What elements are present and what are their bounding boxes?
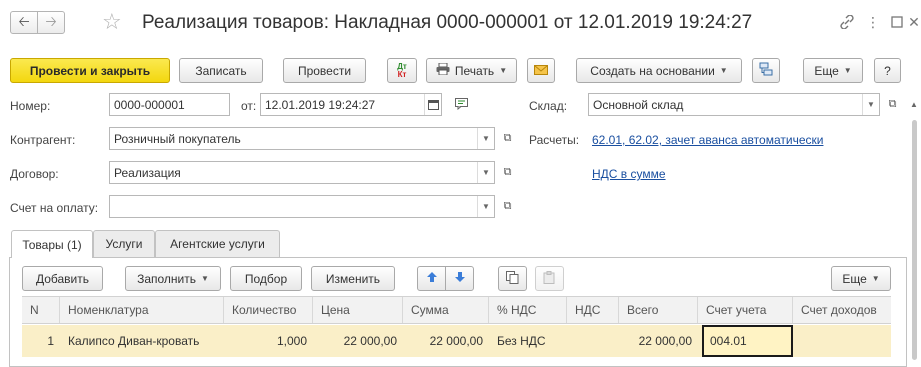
tab-services[interactable]: Услуги xyxy=(93,230,155,257)
invoice-label: Счет на оплату: xyxy=(10,201,99,215)
arrow-left-icon: 🡠 xyxy=(18,12,30,29)
favorite-star-icon[interactable]: ☆ xyxy=(102,10,122,34)
tab-goods[interactable]: Товары (1) xyxy=(11,230,93,258)
date-field[interactable]: 12.01.2019 19:24:27 xyxy=(260,93,442,116)
settlements-label: Расчеты: xyxy=(529,133,580,147)
create-based-on-button[interactable]: Создать на основании ▼ xyxy=(576,58,742,83)
move-up-button[interactable] xyxy=(417,266,446,291)
counterparty-label: Контрагент: xyxy=(10,133,76,147)
contract-label: Договор: xyxy=(10,167,59,181)
tab-agent-services[interactable]: Агентские услуги xyxy=(155,230,280,257)
chevron-down-icon: ▼ xyxy=(201,274,209,283)
add-row-button[interactable]: Добавить xyxy=(22,266,103,291)
invoice-field[interactable]: ▼ xyxy=(109,195,495,218)
row-income-account[interactable] xyxy=(793,325,891,357)
column-header-item[interactable]: Номенклатура xyxy=(60,297,224,323)
print-button[interactable]: Печать ▼ xyxy=(426,58,517,83)
row-number: 1 xyxy=(47,334,54,348)
open-counterparty-icon[interactable]: ⧉ xyxy=(499,128,516,149)
close-icon[interactable]: ✕ xyxy=(906,14,921,30)
chevron-down-icon[interactable]: ▼ xyxy=(477,128,494,149)
row-item[interactable]: Калипсо Диван-кровать xyxy=(60,325,224,357)
scroll-up-icon[interactable]: ▲ xyxy=(910,100,918,109)
email-button[interactable] xyxy=(527,58,555,83)
column-header-quantity[interactable]: Количество xyxy=(224,297,313,323)
copy-rows-button[interactable] xyxy=(498,266,527,291)
row-price[interactable]: 22 000,00 xyxy=(313,325,403,357)
vertical-scrollbar[interactable]: ▲ xyxy=(910,96,918,361)
column-header-price[interactable]: Цена xyxy=(313,297,403,323)
arrow-right-icon: 🡢 xyxy=(45,12,57,29)
column-header-income-account[interactable]: Счет доходов xyxy=(793,297,891,323)
chevron-down-icon[interactable]: ▼ xyxy=(477,196,494,217)
arrow-up-icon xyxy=(426,271,438,286)
row-vat-rate[interactable]: Без НДС xyxy=(489,325,567,357)
calendar-icon[interactable] xyxy=(424,94,441,115)
menu-dots-icon[interactable]: ⋮ xyxy=(865,14,881,30)
back-button[interactable]: 🡠 xyxy=(10,11,38,34)
counterparty-field[interactable]: Розничный покупатель ▼ xyxy=(109,127,495,150)
row-quantity[interactable]: 1,000 xyxy=(224,325,313,357)
document-structure-icon xyxy=(759,62,773,79)
column-header-vat-rate[interactable]: % НДС xyxy=(489,297,567,323)
arrow-down-icon xyxy=(454,271,466,286)
chevron-down-icon: ▼ xyxy=(843,66,852,75)
change-button[interactable]: Изменить xyxy=(311,266,395,291)
date-label: от: xyxy=(241,99,257,113)
number-field[interactable]: 0000-000001 xyxy=(109,93,230,116)
move-down-button[interactable] xyxy=(445,266,474,291)
number-label: Номер: xyxy=(10,99,51,113)
paste-icon xyxy=(543,270,556,287)
window-title: Реализация товаров: Накладная 0000-00000… xyxy=(142,12,753,33)
envelope-icon xyxy=(534,64,548,78)
vat-link[interactable]: НДС в сумме xyxy=(592,167,666,181)
dt-kt-button[interactable]: Дт Кт xyxy=(387,58,417,83)
row-amount[interactable]: 22 000,00 xyxy=(403,325,489,357)
post-button[interactable]: Провести xyxy=(283,58,366,83)
column-header-n[interactable]: N xyxy=(22,297,60,323)
help-button[interactable]: ? xyxy=(874,58,901,83)
row-account[interactable]: 004.01 xyxy=(702,325,793,357)
open-contract-icon[interactable]: ⧉ xyxy=(499,162,516,183)
comment-icon[interactable] xyxy=(455,98,469,113)
maximize-icon[interactable] xyxy=(889,14,905,30)
row-vat[interactable] xyxy=(567,325,619,357)
chevron-down-icon: ▼ xyxy=(871,274,880,283)
save-button[interactable]: Записать xyxy=(179,58,263,83)
contract-field[interactable]: Реализация ▼ xyxy=(109,161,495,184)
settlements-link[interactable]: 62.01, 62.02, зачет аванса автоматически xyxy=(592,133,823,147)
column-header-amount[interactable]: Сумма xyxy=(403,297,489,323)
table-more-button[interactable]: Еще ▼ xyxy=(831,266,891,291)
selection-button[interactable]: Подбор xyxy=(230,266,302,291)
warehouse-field[interactable]: Основной склад ▼ xyxy=(588,93,880,116)
post-and-close-button[interactable]: Провести и закрыть xyxy=(10,58,170,83)
open-warehouse-icon[interactable]: ⧉ xyxy=(884,94,901,115)
column-header-vat[interactable]: НДС xyxy=(567,297,619,323)
column-header-account[interactable]: Счет учета xyxy=(698,297,793,323)
chevron-down-icon[interactable]: ▼ xyxy=(862,94,879,115)
forward-button[interactable]: 🡢 xyxy=(37,11,65,34)
scrollbar-thumb[interactable] xyxy=(912,120,917,360)
chevron-down-icon: ▼ xyxy=(499,66,508,75)
chevron-down-icon[interactable]: ▼ xyxy=(477,162,494,183)
dt-kt-icon: Дт Кт xyxy=(397,61,407,79)
link-icon[interactable] xyxy=(839,14,855,30)
copy-icon xyxy=(506,270,519,287)
table-header: N Номенклатура Количество Цена Сумма % Н… xyxy=(22,296,891,324)
warehouse-label: Склад: xyxy=(529,99,568,113)
chevron-down-icon: ▼ xyxy=(719,66,728,75)
table-row[interactable]: 1 Калипсо Диван-кровать 1,000 22 000,00 … xyxy=(22,325,891,357)
fill-button[interactable]: Заполнить ▼ xyxy=(125,266,221,291)
column-header-total[interactable]: Всего xyxy=(619,297,698,323)
row-total[interactable]: 22 000,00 xyxy=(619,325,698,357)
structure-button[interactable] xyxy=(752,58,780,83)
paste-rows-button[interactable] xyxy=(535,266,564,291)
more-button[interactable]: Еще ▼ xyxy=(803,58,863,83)
printer-icon xyxy=(436,62,450,78)
open-invoice-icon[interactable]: ⧉ xyxy=(499,196,516,217)
